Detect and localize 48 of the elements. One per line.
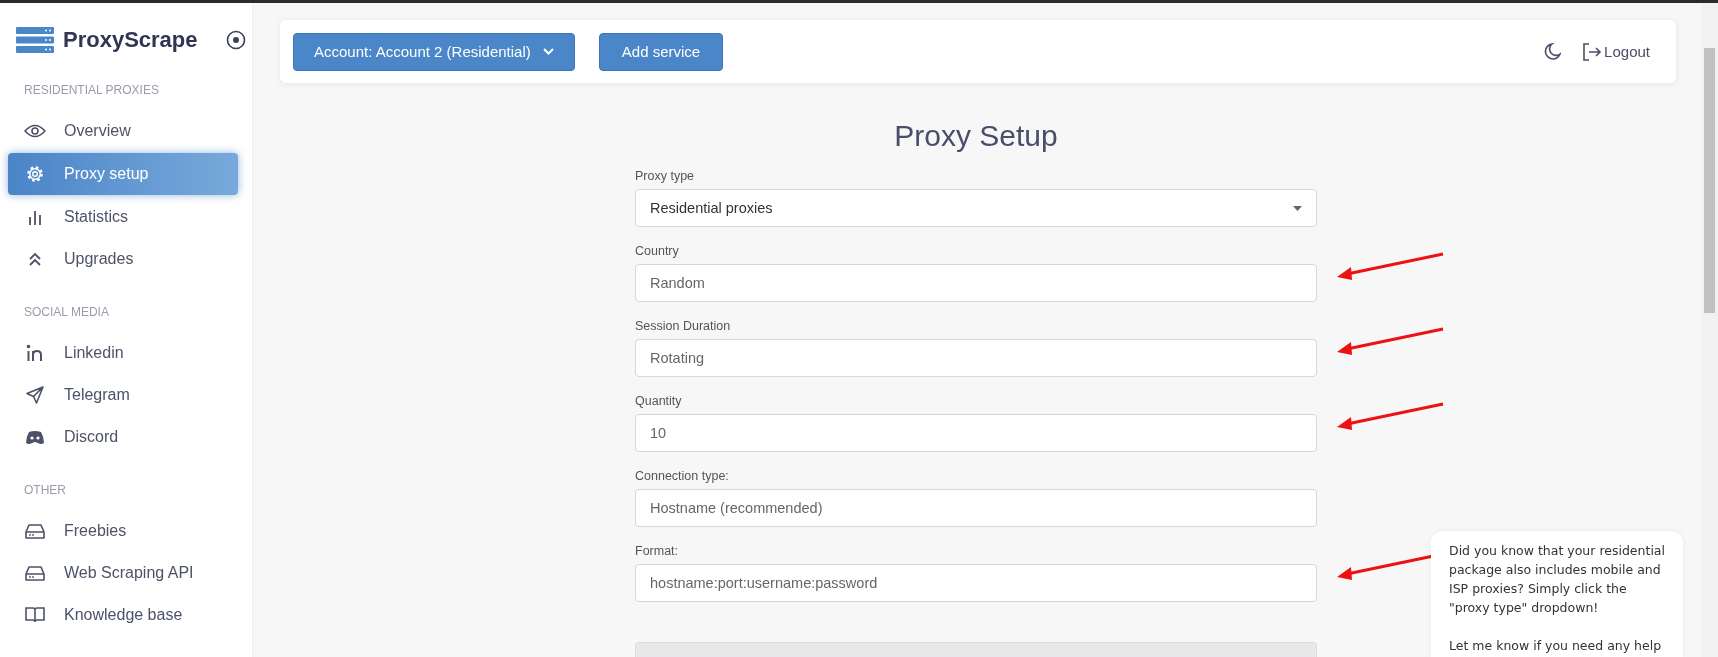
proxy-type-select[interactable]: Residential proxies	[635, 189, 1317, 227]
sidebar-item[interactable]: Linkedin	[8, 333, 238, 373]
brand-name: ProxyScrape	[63, 27, 198, 53]
section-heading: SOCIAL MEDIA	[23, 305, 110, 319]
sidebar-item[interactable]: Telegram	[8, 375, 238, 415]
dropdown-caret-icon	[1293, 205, 1302, 211]
sidebar-item[interactable]: Discord	[8, 417, 238, 457]
field-label: Session Duration	[635, 319, 732, 333]
add-service-button[interactable]: Add service	[598, 32, 724, 71]
logout-icon	[1583, 42, 1603, 61]
field-label: Format:	[635, 544, 680, 558]
linkedin-icon	[26, 344, 44, 362]
account-dropdown-button[interactable]: Account: Account 2 (Residential)	[293, 32, 575, 71]
logout-button[interactable]: Logout	[1577, 41, 1656, 62]
gamepad-face-icon	[25, 429, 45, 445]
paper-plane-icon	[26, 386, 44, 404]
page-title: Proxy Setup	[893, 119, 1059, 153]
hard-drive-icon	[25, 565, 45, 581]
chat-message: Let me know if you need any help	[1449, 637, 1663, 655]
section-heading: OTHER	[23, 483, 67, 497]
book-icon	[25, 607, 45, 623]
input-field[interactable]: Random	[635, 264, 1317, 302]
hard-drive-icon	[25, 523, 45, 539]
server-stack-icon	[16, 27, 54, 53]
field-label: Connection type:	[635, 469, 730, 483]
chat-message: Did you know that your residential package also includes mobile and ISP proxies? Simply click the "proxy type" dropdown!	[1449, 542, 1665, 617]
input-field[interactable]: hostname:port:username:password	[635, 564, 1317, 602]
gear-icon	[25, 164, 45, 184]
double-chevron-up-icon	[28, 252, 42, 266]
input-field[interactable]: Rotating	[635, 339, 1317, 377]
sidebar-item[interactable]: Statistics	[8, 197, 238, 237]
scrollbar-thumb[interactable]	[1704, 48, 1715, 313]
sidebar-item[interactable]: Freebies	[8, 511, 238, 551]
sidebar-item[interactable]: Knowledge base	[8, 595, 238, 635]
field-label: Country	[635, 244, 680, 258]
bar-chart-icon	[28, 209, 42, 225]
target-icon[interactable]	[225, 30, 246, 50]
field-label: Quantity	[635, 394, 683, 408]
eye-icon	[24, 124, 46, 138]
sidebar-item[interactable]: Upgrades	[8, 239, 238, 279]
sidebar-item[interactable]: Overview	[8, 111, 238, 151]
input-field[interactable]: 10	[635, 414, 1317, 452]
sidebar-item[interactable]: Web Scraping API	[8, 553, 238, 593]
chevron-down-icon	[542, 48, 554, 55]
moon-icon[interactable]	[1543, 42, 1562, 61]
section-heading: RESIDENTIAL PROXIES	[23, 83, 160, 97]
field-label: Proxy type	[635, 169, 696, 183]
input-field[interactable]: Hostname (recommended)	[635, 489, 1317, 527]
